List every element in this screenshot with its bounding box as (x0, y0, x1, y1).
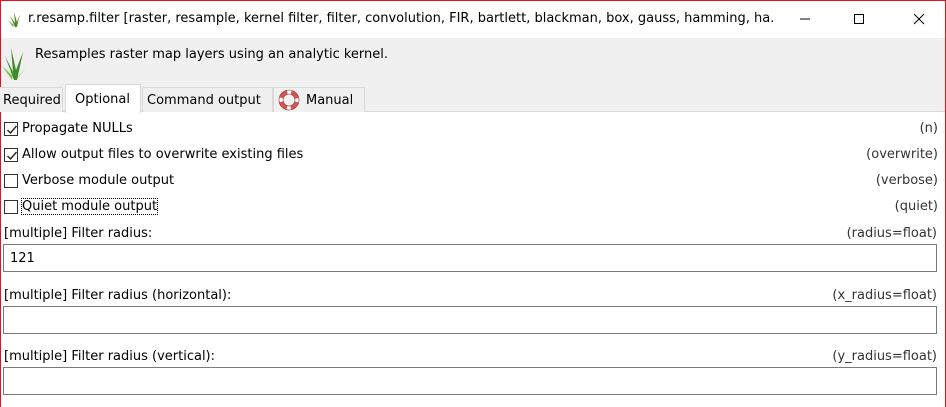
optional-tab-panel: Propagate NULLs (n) Allow output files t… (1, 112, 945, 407)
propagate-nulls-flag: (n) (919, 121, 938, 136)
y-radius-input[interactable] (3, 367, 937, 395)
maximize-button[interactable] (836, 1, 882, 37)
grass-app-icon (8, 12, 20, 27)
module-dialog-window: r.resamp.filter [raster, resample, kerne… (0, 0, 946, 407)
checkmark-icon (7, 151, 18, 161)
option-row-overwrite: Allow output files to overwrite existing… (1, 144, 941, 166)
minimize-icon (800, 18, 810, 20)
verbose-label[interactable]: Verbose module output (22, 173, 174, 188)
maximize-icon (854, 14, 864, 24)
close-button[interactable] (896, 1, 942, 37)
tab-optional[interactable]: Optional (65, 84, 141, 113)
close-icon (913, 13, 925, 25)
lifebuoy-icon (278, 89, 300, 111)
overwrite-flag: (overwrite) (866, 147, 938, 162)
propagate-nulls-checkbox[interactable] (4, 122, 18, 136)
quiet-checkbox[interactable] (4, 200, 18, 214)
radius-key: (radius=float) (846, 226, 937, 241)
tab-bar: Required Optional Command output Manual (0, 84, 945, 113)
option-row-verbose: Verbose module output (verbose) (1, 170, 941, 192)
x-radius-key: (x_radius=float) (832, 288, 937, 303)
tab-required-label: Required (3, 92, 61, 108)
quiet-label[interactable]: Quiet module output (20, 198, 159, 215)
tab-optional-label: Optional (75, 91, 130, 107)
grass-logo-icon (2, 48, 26, 80)
option-row-quiet: Quiet module output (quiet) (1, 196, 941, 218)
tab-manual[interactable]: Manual (273, 87, 365, 112)
option-row-propagate-nulls: Propagate NULLs (n) (1, 118, 941, 140)
tab-manual-label: Manual (306, 92, 354, 108)
module-description: Resamples raster map layers using an ana… (35, 47, 389, 62)
checkmark-icon (7, 125, 18, 135)
module-description-panel: Resamples raster map layers using an ana… (1, 38, 945, 84)
overwrite-checkbox[interactable] (4, 148, 18, 162)
window-title: r.resamp.filter [raster, resample, kerne… (28, 11, 773, 26)
tab-command-output-label: Command output (147, 92, 261, 108)
minimize-button[interactable] (782, 1, 828, 37)
quiet-flag: (quiet) (894, 199, 938, 214)
title-bar[interactable]: r.resamp.filter [raster, resample, kerne… (1, 1, 945, 37)
verbose-flag: (verbose) (875, 173, 938, 188)
verbose-checkbox[interactable] (4, 174, 18, 188)
propagate-nulls-label[interactable]: Propagate NULLs (22, 121, 133, 136)
x-radius-label: [multiple] Filter radius (horizontal): (4, 288, 232, 303)
y-radius-label: [multiple] Filter radius (vertical): (4, 349, 216, 364)
overwrite-label[interactable]: Allow output files to overwrite existing… (22, 147, 303, 162)
tab-required[interactable]: Required (0, 87, 63, 112)
radius-label: [multiple] Filter radius: (4, 226, 153, 241)
radius-input[interactable] (3, 244, 937, 272)
y-radius-key: (y_radius=float) (832, 349, 937, 364)
x-radius-input[interactable] (3, 306, 937, 334)
tab-command-output[interactable]: Command output (142, 87, 273, 112)
